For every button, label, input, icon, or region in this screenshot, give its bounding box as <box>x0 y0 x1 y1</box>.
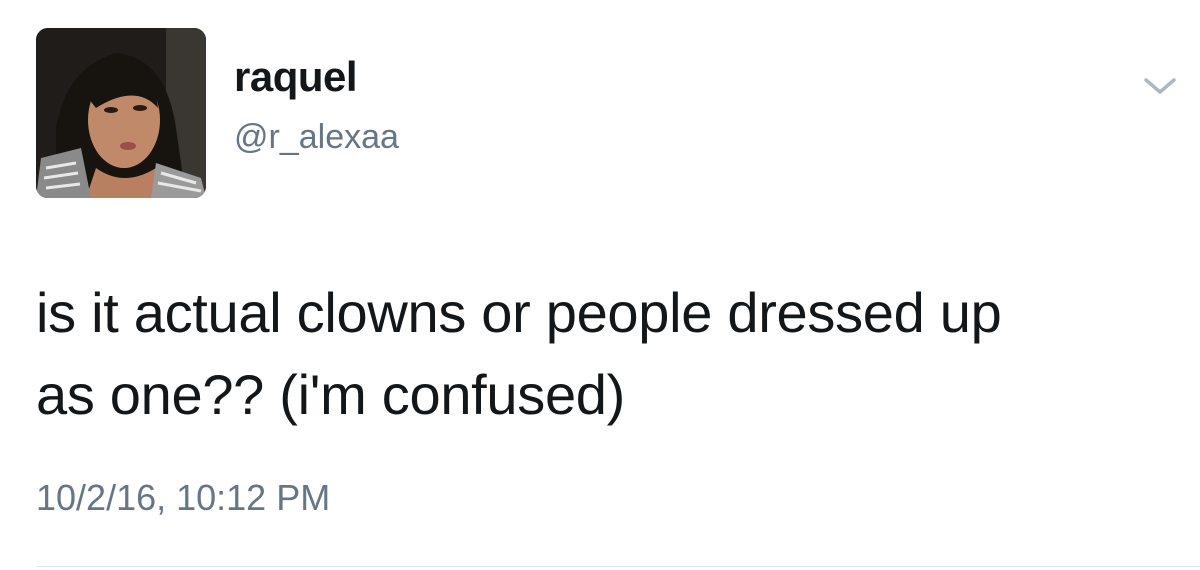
tweet-menu-button[interactable] <box>1140 72 1180 100</box>
tweet-text: is it actual clowns or people dressed up… <box>36 272 1186 436</box>
display-name[interactable]: raquel <box>234 56 358 98</box>
tweet-text-line: as one?? (i'm confused) <box>36 363 626 426</box>
tweet-card: raquel @r_alexaa is it actual clowns or … <box>0 0 1200 570</box>
user-handle[interactable]: @r_alexaa <box>234 120 399 154</box>
divider <box>36 566 1200 567</box>
tweet-text-line: is it actual clowns or people dressed up <box>36 281 1002 344</box>
avatar[interactable] <box>36 28 206 198</box>
tweet-timestamp[interactable]: 10/2/16, 10:12 PM <box>36 480 330 516</box>
profile-photo-icon <box>36 28 206 198</box>
chevron-down-icon <box>1144 78 1176 94</box>
